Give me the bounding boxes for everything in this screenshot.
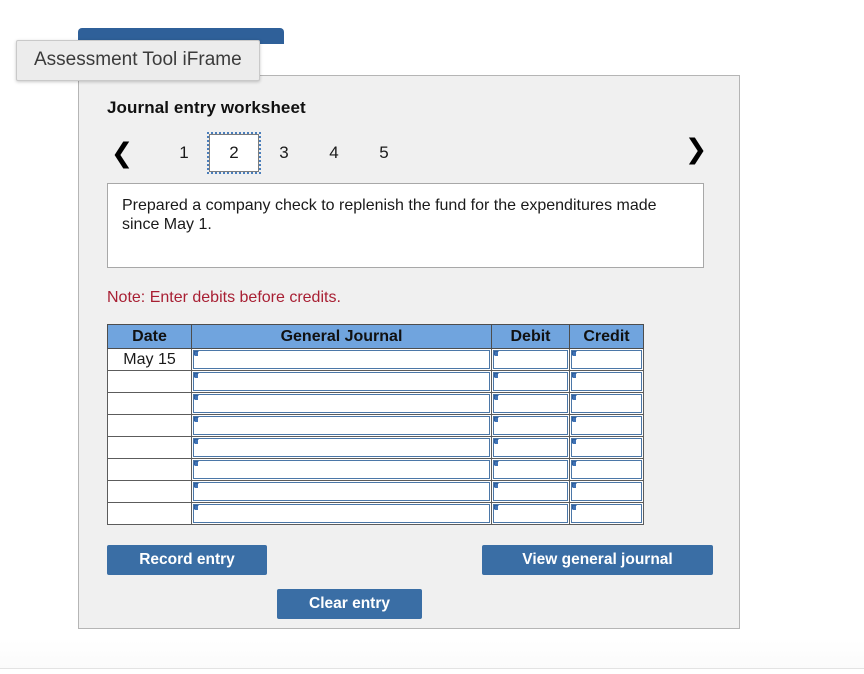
transaction-description-text: Prepared a company check to replenish th… (122, 197, 657, 233)
general-journal-input[interactable] (191, 458, 492, 481)
credit-input[interactable] (569, 502, 644, 525)
debit-input[interactable] (491, 370, 570, 393)
column-header-date: Date (107, 324, 192, 349)
pager-tab-5[interactable]: 5 (359, 134, 409, 172)
general-journal-field[interactable] (193, 372, 490, 391)
general-journal-input[interactable] (191, 502, 492, 525)
column-header-credit: Credit (569, 324, 644, 349)
date-cell[interactable] (107, 458, 192, 481)
table-row: May 15 (107, 348, 644, 371)
general-journal-input[interactable] (191, 436, 492, 459)
panel-content: Journal entry worksheet ❮ 1 2 3 4 5 ❯ Pr… (79, 76, 739, 655)
credit-input[interactable] (569, 458, 644, 481)
general-journal-field[interactable] (193, 460, 490, 479)
date-cell[interactable] (107, 480, 192, 503)
credit-field[interactable] (571, 372, 642, 391)
transaction-description-box: Prepared a company check to replenish th… (107, 183, 704, 268)
table-row (107, 502, 644, 525)
credit-field[interactable] (571, 394, 642, 413)
credit-field[interactable] (571, 504, 642, 523)
general-journal-field[interactable] (193, 438, 490, 457)
table-row (107, 370, 644, 393)
credit-input[interactable] (569, 370, 644, 393)
column-header-debit: Debit (491, 324, 570, 349)
assessment-iframe-panel: Journal entry worksheet ❮ 1 2 3 4 5 ❯ Pr… (78, 75, 740, 629)
clear-entry-button[interactable]: Clear entry (277, 589, 422, 619)
table-row (107, 392, 644, 415)
chevron-left-icon[interactable]: ❮ (107, 140, 137, 167)
debit-input[interactable] (491, 502, 570, 525)
debit-input[interactable] (491, 436, 570, 459)
debit-input[interactable] (491, 480, 570, 503)
pager-tab-4[interactable]: 4 (309, 134, 359, 172)
debit-field[interactable] (493, 460, 568, 479)
general-journal-input[interactable] (191, 414, 492, 437)
table-row (107, 414, 644, 437)
debit-field[interactable] (493, 482, 568, 501)
debit-field[interactable] (493, 394, 568, 413)
general-journal-input[interactable] (191, 392, 492, 415)
credit-input[interactable] (569, 348, 644, 371)
debit-input[interactable] (491, 458, 570, 481)
general-journal-field[interactable] (193, 504, 490, 523)
pager-tab-list: 1 2 3 4 5 (159, 132, 409, 174)
table-row (107, 458, 644, 481)
table-row (107, 480, 644, 503)
iframe-tooltip: Assessment Tool iFrame (16, 40, 260, 81)
debit-field[interactable] (493, 350, 568, 369)
record-entry-button[interactable]: Record entry (107, 545, 267, 575)
debit-input[interactable] (491, 414, 570, 437)
debits-before-credits-note: Note: Enter debits before credits. (107, 289, 341, 306)
debit-field[interactable] (493, 438, 568, 457)
credit-field[interactable] (571, 416, 642, 435)
general-journal-field[interactable] (193, 350, 490, 369)
general-journal-field[interactable] (193, 482, 490, 501)
view-general-journal-button[interactable]: View general journal (482, 545, 713, 575)
credit-field[interactable] (571, 482, 642, 501)
credit-input[interactable] (569, 436, 644, 459)
date-cell[interactable] (107, 392, 192, 415)
debit-field[interactable] (493, 504, 568, 523)
debit-input[interactable] (491, 348, 570, 371)
table-row (107, 436, 644, 459)
page-bottom-divider (0, 668, 864, 669)
date-cell[interactable] (107, 436, 192, 459)
action-button-area: Record entry View general journal Clear … (107, 545, 713, 655)
credit-input[interactable] (569, 392, 644, 415)
debit-field[interactable] (493, 416, 568, 435)
page-title: Journal entry worksheet (107, 98, 306, 117)
pager-tab-3[interactable]: 3 (259, 134, 309, 172)
worksheet-pager: ❮ 1 2 3 4 5 ❯ (107, 132, 713, 174)
pager-tab-1[interactable]: 1 (159, 134, 209, 172)
date-cell[interactable]: May 15 (107, 348, 192, 371)
journal-entry-table: Date General Journal Debit Credit May 15 (107, 324, 644, 525)
debit-field[interactable] (493, 372, 568, 391)
credit-field[interactable] (571, 438, 642, 457)
page-bottom-fade (0, 640, 864, 668)
journal-table-body: May 15 (107, 348, 644, 525)
general-journal-field[interactable] (193, 416, 490, 435)
column-header-general-journal: General Journal (191, 324, 492, 349)
credit-field[interactable] (571, 460, 642, 479)
general-journal-input[interactable] (191, 348, 492, 371)
credit-field[interactable] (571, 350, 642, 369)
date-cell[interactable] (107, 414, 192, 437)
date-cell[interactable] (107, 502, 192, 525)
date-cell[interactable] (107, 370, 192, 393)
general-journal-input[interactable] (191, 480, 492, 503)
debit-input[interactable] (491, 392, 570, 415)
credit-input[interactable] (569, 414, 644, 437)
credit-input[interactable] (569, 480, 644, 503)
general-journal-input[interactable] (191, 370, 492, 393)
table-header-row: Date General Journal Debit Credit (107, 324, 644, 349)
general-journal-field[interactable] (193, 394, 490, 413)
chevron-right-icon[interactable]: ❯ (681, 136, 711, 163)
pager-tab-2[interactable]: 2 (207, 132, 261, 174)
